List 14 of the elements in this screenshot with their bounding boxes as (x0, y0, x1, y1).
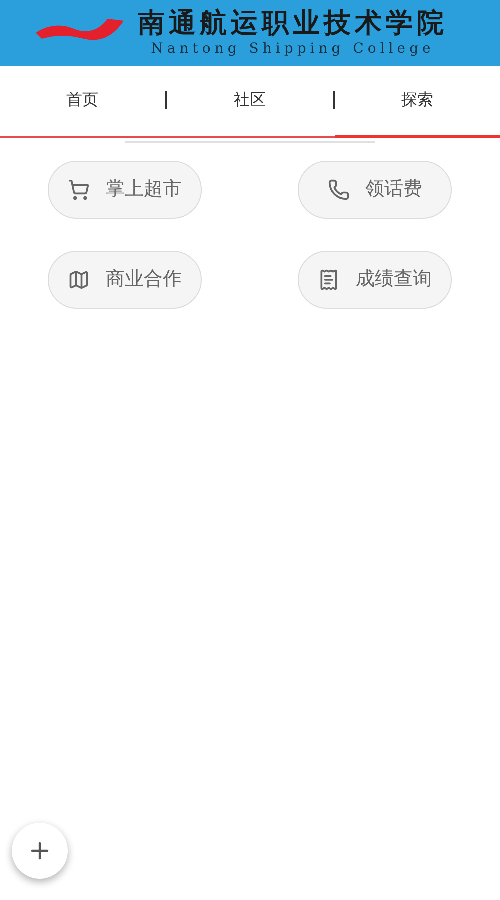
shortcut-button[interactable]: 商业合作 (48, 251, 202, 309)
college-subtitle: Nantong Shipping College (151, 40, 435, 58)
map-icon (68, 269, 90, 291)
nav-tab[interactable]: 社区 (167, 66, 333, 136)
phone-icon (328, 179, 350, 201)
shortcut-button[interactable]: 成绩查询 (298, 251, 452, 309)
receipt-icon (318, 269, 340, 291)
nav-tab[interactable]: 探索 (334, 66, 500, 138)
add-button[interactable] (12, 823, 68, 879)
nav-tab[interactable]: 首页 (0, 66, 166, 136)
shortcut-button[interactable]: 领话费 (298, 161, 452, 219)
college-title: 南通航运职业技术学院 (138, 8, 448, 40)
shortcut-button[interactable]: 掌上超市 (48, 161, 202, 219)
cart-icon (68, 179, 90, 201)
